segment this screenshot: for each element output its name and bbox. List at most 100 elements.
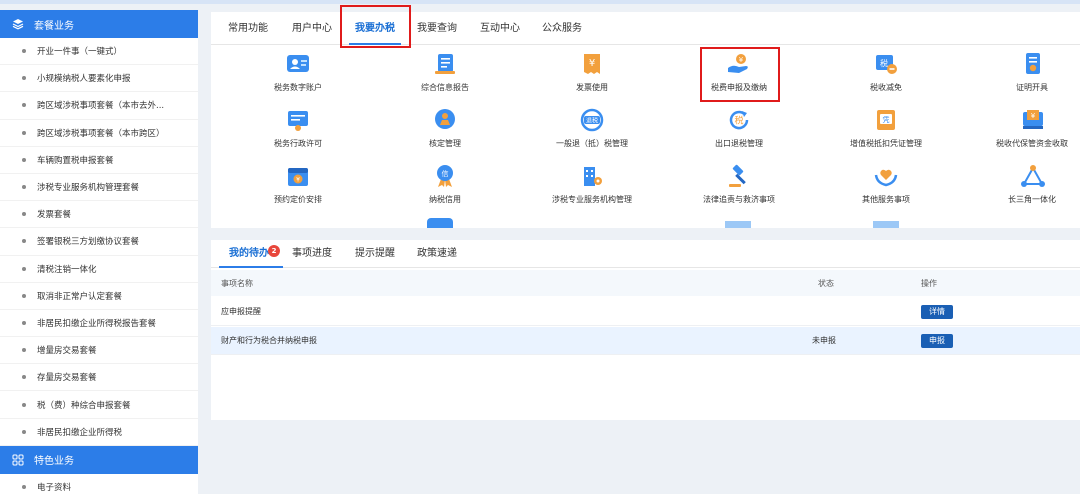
invoice-icon: ¥ <box>580 52 604 76</box>
service-yangtze-delta[interactable]: 长三角一体化 <box>973 164 1080 214</box>
svg-text:税: 税 <box>734 115 743 127</box>
tab-query[interactable]: 我要查询 <box>417 12 457 45</box>
bullet-icon <box>22 320 26 325</box>
service-tax-credit[interactable]: 信 纳税信用 <box>385 164 505 214</box>
service-info-report[interactable]: 综合信息报告 <box>385 52 505 102</box>
triangle-network-icon <box>1021 164 1045 188</box>
svg-text:信: 信 <box>442 169 449 178</box>
sidebar-item[interactable]: 车辆购置税申报套餐 <box>0 147 198 174</box>
service-agency-management[interactable]: 涉税专业服务机构管理 <box>532 164 652 214</box>
svg-text:税: 税 <box>880 58 888 68</box>
highlight-service-box <box>700 47 780 102</box>
sidebar-item-label: 清税注销一体化 <box>37 264 97 275</box>
service-pricing-arrangement[interactable]: ¥ 预约定价安排 <box>238 164 358 214</box>
sidebar-item-label: 签署银税三方划缴协议套餐 <box>37 237 140 248</box>
sidebar-item[interactable]: 跨区域涉税事项套餐（本市去外... <box>0 92 198 120</box>
row-name: 财产和行为税合并纳税申报 <box>221 336 317 345</box>
tab-public-service[interactable]: 公众服务 <box>542 12 582 45</box>
partial-icon <box>873 221 899 228</box>
sidebar-item[interactable]: 小规模纳税人要素化申报 <box>0 65 198 93</box>
service-label: 涉税专业服务机构管理 <box>552 195 632 204</box>
sidebar-item[interactable]: 签署银税三方划缴协议套餐 <box>0 228 198 256</box>
bullet-icon <box>22 157 26 162</box>
header-action: 操作 <box>921 278 937 288</box>
service-label: 综合信息报告 <box>421 83 469 92</box>
sidebar-item-label: 发票套餐 <box>37 210 72 221</box>
sidebar-item-label: 涉税专业服务机构管理套餐 <box>37 183 140 194</box>
svg-text:退税: 退税 <box>586 117 598 125</box>
header-status: 状态 <box>818 278 834 288</box>
tab-interaction[interactable]: 互动中心 <box>480 12 520 45</box>
svg-text:¥: ¥ <box>1031 112 1036 120</box>
service-tax-relief[interactable]: 税 税收减免 <box>826 52 946 102</box>
tab-common[interactable]: 常用功能 <box>228 12 268 45</box>
layers-icon <box>12 18 24 30</box>
calendar-icon: ¥ <box>286 164 310 188</box>
tab-my-todo[interactable]: 我的待办 <box>219 240 283 268</box>
service-label: 纳税信用 <box>429 195 461 204</box>
bullet-icon <box>22 375 26 380</box>
partial-icon <box>725 221 751 228</box>
sidebar-item[interactable]: 税（费）种综合申报套餐 <box>0 391 198 419</box>
sidebar-item-label: 取消非正常户认定套餐 <box>37 291 123 302</box>
service-invoice-use[interactable]: ¥ 发票使用 <box>532 52 652 102</box>
sidebar-group-label: 套餐业务 <box>34 20 74 32</box>
todo-panel: 我的待办 2 事项进度 提示提醒 政策速递 事项名称 状态 操作 应申报提醒 详… <box>211 240 1080 420</box>
sidebar-item[interactable]: 跨区域涉税事项套餐（本市跨区） <box>0 120 198 147</box>
bullet-icon <box>22 49 26 54</box>
sidebar-item[interactable]: 涉税专业服务机构管理套餐 <box>0 174 198 202</box>
service-custody-fund[interactable]: ¥ 税收代保管资金收取 <box>973 108 1080 158</box>
tab-progress[interactable]: 事项进度 <box>292 240 332 268</box>
service-label: 一般退（抵）税管理 <box>556 139 628 148</box>
sidebar-group-package[interactable]: 套餐业务 <box>0 10 198 38</box>
bullet-icon <box>22 239 26 244</box>
sidebar-group-feature[interactable]: 特色业务 <box>0 445 198 474</box>
bullet-icon <box>22 185 26 190</box>
bullet-icon <box>22 348 26 353</box>
sidebar-item[interactable]: 电子资料 <box>0 474 198 494</box>
sidebar-item[interactable]: 非居民扣缴企业所得税 <box>0 419 198 446</box>
service-export-refund[interactable]: 税 出口退税管理 <box>679 108 799 158</box>
service-digital-account[interactable]: 税务数字账户 <box>238 52 358 102</box>
service-label: 增值税抵扣凭证管理 <box>850 139 922 148</box>
tab-policy[interactable]: 政策速递 <box>417 240 457 268</box>
sidebar-item[interactable]: 发票套餐 <box>0 201 198 229</box>
sidebar-item[interactable]: 清税注销一体化 <box>0 256 198 283</box>
gavel-icon <box>727 164 751 188</box>
bullet-icon <box>22 76 26 81</box>
service-vat-voucher[interactable]: 凭 增值税抵扣凭证管理 <box>826 108 946 158</box>
certificate-icon <box>1021 52 1045 76</box>
service-admin-license[interactable]: 税务行政许可 <box>238 108 358 158</box>
sidebar-item[interactable]: 取消非正常户认定套餐 <box>0 283 198 310</box>
service-legal-remedy[interactable]: 法律追责与救济事项 <box>679 164 799 214</box>
tab-reminders[interactable]: 提示提醒 <box>355 240 395 268</box>
service-label: 其他服务事项 <box>862 195 910 204</box>
sidebar-item-label: 电子资料 <box>37 482 72 493</box>
table-row: 应申报提醒 详情 <box>211 298 1080 326</box>
service-label: 税收减免 <box>870 83 902 92</box>
sidebar-item[interactable]: 存量房交易套餐 <box>0 364 198 392</box>
details-button[interactable]: 详情 <box>921 305 953 319</box>
sidebar: 套餐业务 开业一件事（一键式） 小规模纳税人要素化申报 跨区域涉税事项套餐（本市… <box>0 10 198 494</box>
sidebar-item[interactable]: 增量房交易套餐 <box>0 337 198 365</box>
partial-icon <box>427 218 453 228</box>
report-icon <box>433 52 457 76</box>
service-general-refund[interactable]: 退税 一般退（抵）税管理 <box>532 108 652 158</box>
svg-text:凭: 凭 <box>883 115 890 124</box>
tab-user-center[interactable]: 用户中心 <box>292 12 332 45</box>
custody-fund-icon: ¥ <box>1021 108 1045 132</box>
bullet-icon <box>22 402 26 407</box>
declare-button[interactable]: 申报 <box>921 334 953 348</box>
heart-hands-icon <box>874 164 898 188</box>
sidebar-item[interactable]: 非居民扣缴企业所得税报告套餐 <box>0 310 198 338</box>
highlight-tab-box <box>340 5 411 48</box>
sidebar-item[interactable]: 开业一件事（一键式） <box>0 38 198 66</box>
sidebar-group-label: 特色业务 <box>34 456 74 468</box>
service-certificate[interactable]: 证明开具 <box>973 52 1080 102</box>
verification-icon <box>433 108 457 132</box>
table-row: 财产和行为税合并纳税申报 未申报 申报 <box>211 327 1080 355</box>
service-verification[interactable]: 核定管理 <box>385 108 505 158</box>
row-status: 未申报 <box>812 336 836 345</box>
service-other[interactable]: 其他服务事项 <box>826 164 946 214</box>
export-refund-icon: 税 <box>727 108 751 132</box>
